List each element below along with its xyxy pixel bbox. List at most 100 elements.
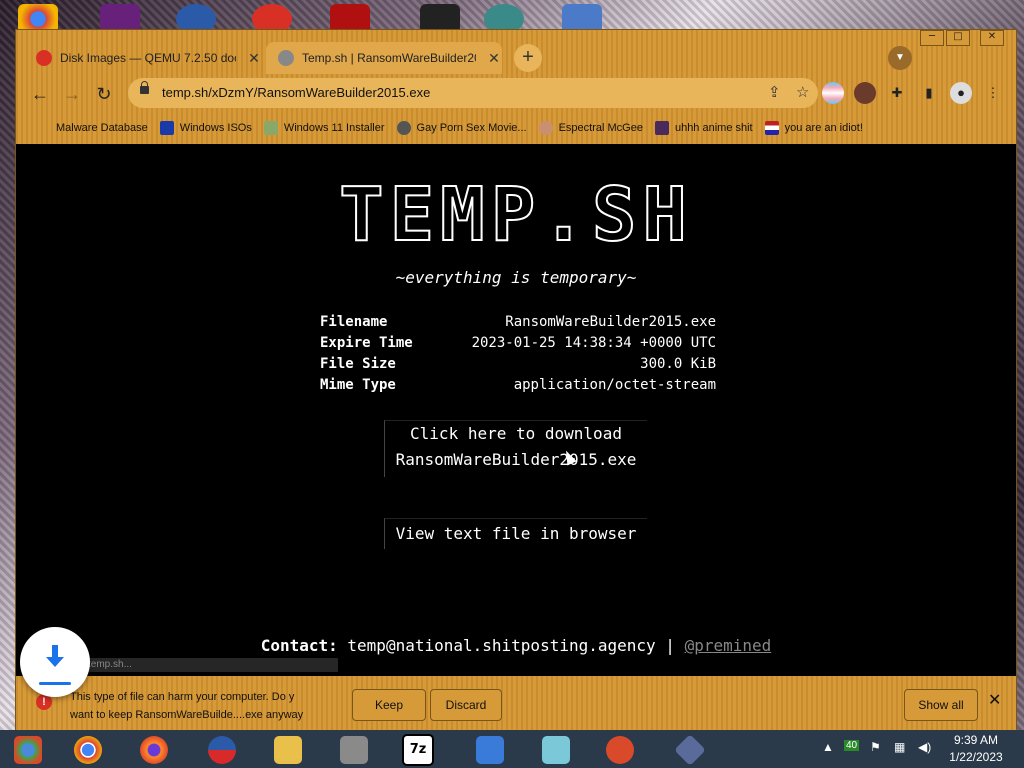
tray-expand-icon[interactable]: ▲ [822, 740, 834, 754]
info-key: Filename [320, 314, 388, 330]
download-link[interactable]: Click here to download RansomWareBuilder… [384, 420, 647, 477]
tab-qemu[interactable]: Disk Images — QEMU 7.2.50 doc ✕ [24, 42, 262, 74]
back-button[interactable]: ← [28, 82, 52, 106]
reload-button[interactable]: ↻ [92, 82, 116, 106]
network-icon[interactable]: ▦ [894, 740, 905, 754]
close-icon[interactable]: ✕ [988, 690, 1001, 710]
bookmark-label: Windows ISOs [179, 122, 252, 134]
bookmark-windows-11-installer[interactable]: Windows 11 Installer [263, 121, 385, 135]
lock-icon[interactable] [140, 81, 149, 94]
taskbar-chrome[interactable] [60, 733, 116, 767]
maximize-button[interactable]: □ [946, 30, 970, 46]
download-item-name[interactable]: temp.sh... [88, 658, 338, 672]
info-row-size: File Size 300.0 KiB [320, 354, 716, 375]
menu-icon[interactable]: ⋮ [982, 82, 1004, 104]
globe-icon [278, 50, 294, 66]
download-bubble[interactable] [20, 627, 90, 697]
close-icon[interactable]: ✕ [486, 50, 502, 67]
flag-icon [764, 121, 779, 135]
bookmark-label: Gay Porn Sex Movie... [416, 122, 527, 134]
app-icon [606, 736, 634, 764]
info-row-expire: Expire Time 2023-01-25 14:38:34 +0000 UT… [320, 333, 716, 354]
flag-icon[interactable]: ⚑ [870, 740, 881, 754]
browser-window: ─ □ ✕ Disk Images — QEMU 7.2.50 doc ✕ Te… [16, 30, 1016, 730]
tab-tempsh[interactable]: Temp.sh | RansomWareBuilder20 ✕ [266, 42, 502, 74]
info-value: 2023-01-25 14:38:34 +0000 UTC [471, 335, 716, 351]
new-tab-button[interactable]: + [514, 44, 542, 72]
tempsh-logo: TEMP.SH [338, 182, 688, 250]
clock[interactable]: 9:39 AM 1/22/2023 [946, 732, 1006, 766]
warning-line2: want to keep RansomWareBuilde....exe any… [70, 709, 304, 721]
bookmark-windows-isos[interactable]: Windows ISOs [159, 121, 252, 135]
discard-button[interactable]: Discard [430, 689, 502, 721]
download-line1: Click here to download [410, 424, 622, 443]
tray-badge[interactable]: 40 [844, 740, 860, 751]
contact-line: Contact: temp@national.shitposting.agenc… [18, 636, 1014, 655]
tab-title: Disk Images — QEMU 7.2.50 doc [60, 51, 236, 65]
taskbar-app[interactable] [326, 733, 382, 767]
bookmark-label: you are an idiot! [784, 122, 863, 134]
extension-icon[interactable] [854, 82, 876, 104]
profile-icon[interactable]: ● [950, 82, 972, 104]
info-key: File Size [320, 356, 396, 372]
app-icon [208, 736, 236, 764]
sidebar-icon[interactable]: ▮ [918, 82, 940, 104]
taskbar-app[interactable] [662, 733, 718, 767]
bookmark-you-are-an-idiot[interactable]: you are an idiot! [764, 121, 863, 135]
bookmark-label: uhhh anime shit [674, 122, 753, 134]
extension-icon[interactable] [822, 82, 844, 104]
face-icon [538, 121, 553, 135]
bookmark-espectral-mcgee[interactable]: Espectral McGee [538, 121, 643, 135]
taskbar-7zip[interactable]: 7z [390, 733, 446, 767]
bookmark-label: Malware Database [56, 122, 148, 134]
download-shelf: temp.sh... ! This type of file can harm … [16, 658, 1016, 730]
info-row-mime: Mime Type application/octet-stream [320, 375, 716, 396]
anime-icon [654, 121, 669, 135]
face-icon [396, 121, 411, 135]
contact-handle-link[interactable]: @premined [685, 636, 772, 655]
app-icon [542, 736, 570, 764]
taskbar-app[interactable] [194, 733, 250, 767]
bookmark-label: Windows 11 Installer [283, 122, 385, 134]
image-icon [263, 121, 278, 135]
close-window-button[interactable]: ✕ [980, 30, 1004, 46]
file-info-table: Filename RansomWareBuilder2015.exe Expir… [320, 312, 716, 396]
info-value: RansomWareBuilder2015.exe [505, 314, 716, 330]
taskbar-app[interactable] [462, 733, 518, 767]
7zip-icon: 7z [402, 734, 434, 766]
info-key: Mime Type [320, 377, 396, 393]
download-progress-bar [39, 682, 71, 685]
clock-date: 1/22/2023 [949, 750, 1003, 764]
contact-label: Contact: [260, 636, 338, 655]
share-icon[interactable]: ⇪ [768, 83, 781, 101]
bookmark-malware-database[interactable]: Malware Database [56, 122, 148, 134]
info-row-filename: Filename RansomWareBuilder2015.exe [320, 312, 716, 333]
keep-button[interactable]: Keep [352, 689, 426, 721]
taskbar: 7z ▲ 40 ⚑ ▦ ◀) 9:39 AM 1/22/2023 [0, 730, 1024, 768]
browser-toolbar: ─ □ ✕ Disk Images — QEMU 7.2.50 doc ✕ Te… [16, 30, 1016, 144]
view-text-link[interactable]: View text file in browser [384, 518, 647, 549]
firefox-icon [140, 736, 168, 764]
show-all-button[interactable]: Show all [904, 689, 978, 721]
chevron-down-icon[interactable]: ▼ [888, 46, 912, 70]
download-icon [46, 645, 64, 667]
folder-icon [274, 736, 302, 764]
volume-icon[interactable]: ◀) [918, 740, 931, 754]
clock-time: 9:39 AM [953, 733, 999, 747]
close-icon[interactable]: ✕ [246, 50, 262, 67]
taskbar-app[interactable] [592, 733, 648, 767]
star-icon[interactable]: ☆ [796, 83, 809, 101]
puzzle-icon[interactable]: ✚ [886, 82, 908, 104]
taskbar-app[interactable] [528, 733, 584, 767]
forward-button[interactable]: → [60, 82, 84, 106]
contact-email: temp@national.shitposting.agency [347, 636, 656, 655]
bookmark-anime[interactable]: uhhh anime shit [654, 121, 753, 135]
app-icon [340, 736, 368, 764]
address-bar[interactable]: temp.sh/xDzmY/RansomWareBuilder2015.exe … [128, 78, 818, 108]
minimize-button[interactable]: ─ [920, 30, 944, 46]
taskbar-firefox[interactable] [126, 733, 182, 767]
taskbar-file-explorer[interactable] [260, 733, 316, 767]
start-button[interactable] [0, 733, 56, 767]
bookmark-movie[interactable]: Gay Porn Sex Movie... [396, 121, 527, 135]
download-line2: RansomWareBuilder2015.exe [395, 450, 637, 469]
